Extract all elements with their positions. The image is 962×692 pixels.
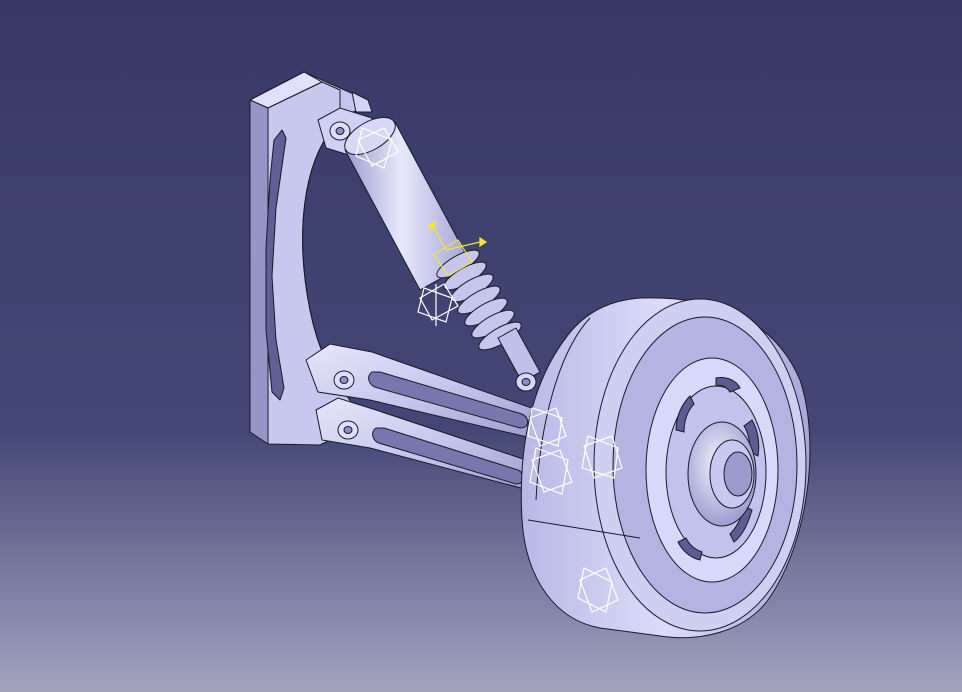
3d-viewport[interactable] xyxy=(0,0,962,692)
wheel-assembly[interactable] xyxy=(520,297,811,639)
suspension-assembly-model[interactable] xyxy=(0,0,962,692)
constraint-symbol-spring xyxy=(417,283,459,326)
